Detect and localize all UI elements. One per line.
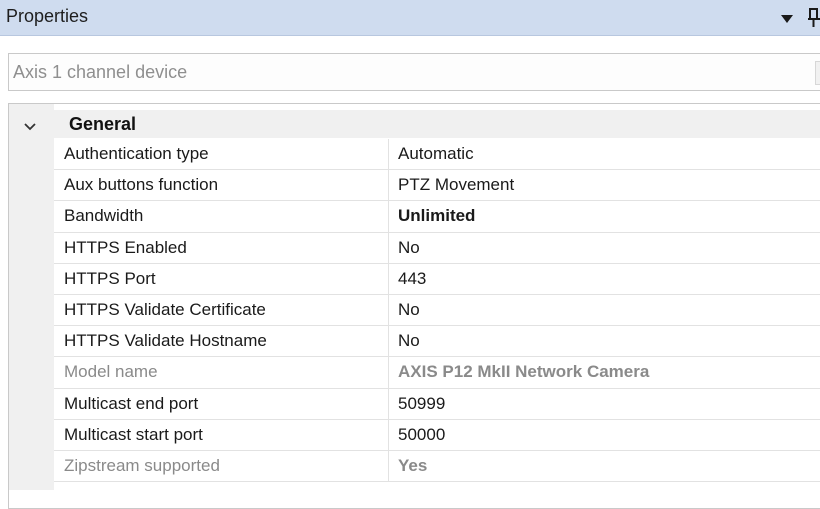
- column-divider[interactable]: [388, 294, 389, 327]
- property-row[interactable]: HTTPS Validate Hostname No: [54, 326, 820, 358]
- property-name: Aux buttons function: [64, 175, 219, 195]
- column-divider[interactable]: [388, 201, 389, 233]
- property-row[interactable]: Aux buttons function PTZ Movement: [54, 170, 820, 202]
- property-value[interactable]: PTZ Movement: [398, 175, 514, 195]
- column-divider[interactable]: [388, 170, 389, 202]
- property-grid-gutter: [9, 104, 54, 490]
- property-value[interactable]: 50000: [398, 425, 445, 445]
- property-name: Authentication type: [64, 144, 209, 163]
- triangle-down-icon[interactable]: [779, 11, 795, 27]
- column-divider[interactable]: [388, 357, 389, 389]
- property-row[interactable]: Multicast end port 50999: [54, 388, 820, 420]
- property-value[interactable]: Automatic: [398, 144, 474, 164]
- category-row-general[interactable]: General: [9, 110, 820, 138]
- property-value[interactable]: No: [398, 238, 420, 258]
- object-selector-combobox[interactable]: Axis 1 channel device: [8, 53, 820, 91]
- property-name: Zipstream supported: [64, 455, 220, 475]
- category-label: General: [69, 114, 137, 134]
- panel-title: Properties: [6, 6, 89, 26]
- property-name: Bandwidth: [64, 206, 144, 226]
- property-value[interactable]: Unlimited: [398, 206, 475, 226]
- property-row[interactable]: HTTPS Port 443: [54, 263, 820, 295]
- pin-icon[interactable]: [808, 7, 820, 29]
- property-value[interactable]: 50999: [398, 394, 445, 414]
- property-value: Yes: [398, 455, 428, 475]
- property-value[interactable]: No: [398, 331, 420, 351]
- property-row[interactable]: Zipstream supported Yes: [54, 450, 820, 483]
- chevron-down-icon[interactable]: [23, 119, 37, 131]
- property-value: AXIS P12 MkII Network Camera: [398, 362, 650, 382]
- object-selector-dropdown-button[interactable]: [815, 61, 820, 85]
- object-selector-value: Axis 1 channel device: [13, 62, 188, 82]
- column-divider[interactable]: [388, 263, 389, 295]
- property-value[interactable]: No: [398, 300, 420, 320]
- column-divider[interactable]: [388, 419, 389, 451]
- column-divider[interactable]: [388, 450, 389, 483]
- property-name: HTTPS Validate Hostname: [64, 331, 267, 351]
- property-row[interactable]: HTTPS Validate Certificate No: [54, 294, 820, 327]
- property-value[interactable]: 443: [398, 269, 426, 289]
- property-name: Multicast start port: [64, 424, 203, 444]
- column-divider[interactable]: [388, 232, 389, 264]
- column-divider[interactable]: [388, 326, 389, 358]
- property-rows: Authentication type Automatic Aux buttons …: [54, 139, 820, 483]
- chevron-down-icon: [816, 62, 820, 84]
- property-name: HTTPS Validate Certificate: [64, 299, 266, 319]
- property-row[interactable]: Multicast start port 50000: [54, 419, 820, 451]
- property-row[interactable]: Bandwidth Unlimited: [54, 201, 820, 233]
- column-divider[interactable]: [388, 388, 389, 420]
- column-divider[interactable]: [388, 139, 389, 171]
- property-name: Model name: [64, 362, 158, 382]
- property-name: Multicast end port: [64, 393, 199, 413]
- property-grid: General Authentication type Automatic Aux …: [8, 103, 820, 509]
- properties-titlebar: Properties: [0, 0, 820, 36]
- property-name: HTTPS Enabled: [64, 237, 187, 257]
- property-row[interactable]: HTTPS Enabled No: [54, 232, 820, 264]
- property-row[interactable]: Authentication type Automatic: [54, 139, 820, 171]
- property-row[interactable]: Model name AXIS P12 MkII Network Camera: [54, 357, 820, 389]
- property-name: HTTPS Port: [64, 268, 156, 288]
